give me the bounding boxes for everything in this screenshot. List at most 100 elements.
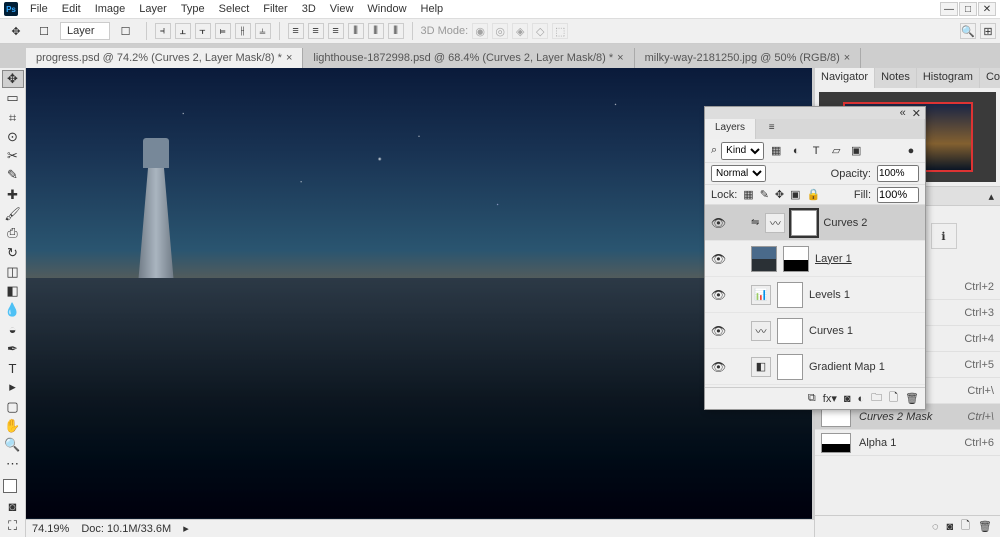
tab-color[interactable]: Color (980, 68, 1000, 88)
tab-histogram[interactable]: Histogram (917, 68, 980, 88)
distribute-top-icon[interactable]: ≡ (288, 23, 304, 39)
visibility-icon[interactable]: 👁 (711, 288, 725, 302)
crop-tool[interactable]: ✂ (2, 147, 24, 165)
align-hcenter-icon[interactable]: ⫠ (175, 23, 191, 39)
canvas-area[interactable]: 74.19% Doc: 10.1M/33.6M ▸ (26, 68, 814, 537)
menu-help[interactable]: Help (415, 1, 450, 17)
visibility-icon[interactable]: 👁 (711, 252, 725, 266)
3d-icon-4[interactable]: ◇ (532, 23, 548, 39)
panel-menu-icon[interactable]: ≡ (756, 119, 925, 139)
link-layers-icon[interactable]: ⧉ (808, 392, 816, 405)
tab-notes[interactable]: Notes (875, 68, 917, 88)
tab-milkyway[interactable]: milky-way-2181250.jpg @ 50% (RGB/8)× (635, 48, 862, 68)
move-tool[interactable]: ✥ (2, 70, 24, 88)
layer-row-layer1[interactable]: 👁 Layer 1 (705, 241, 925, 277)
distribute-vcenter-icon[interactable]: ≡ (308, 23, 324, 39)
blend-mode-dropdown[interactable]: Normal (711, 165, 766, 182)
layer-name[interactable]: Levels 1 (809, 289, 850, 301)
menu-select[interactable]: Select (213, 1, 256, 17)
tab-layers[interactable]: Layers (705, 119, 756, 139)
layer-name[interactable]: Curves 2 (823, 217, 867, 229)
mask-thumb[interactable] (783, 246, 809, 272)
zoom-tool[interactable]: 🔍 (2, 436, 24, 454)
screenmode-tool[interactable]: ⛶ (2, 517, 24, 535)
color-swatch[interactable] (3, 479, 23, 497)
menu-layer[interactable]: Layer (133, 1, 173, 17)
target-dropdown[interactable]: Layer (60, 22, 110, 40)
filter-adjust-icon[interactable]: ◐ (788, 143, 804, 159)
menu-image[interactable]: Image (89, 1, 132, 17)
close-icon[interactable]: × (286, 52, 292, 64)
layer-row-levels1[interactable]: 👁 📊 Levels 1 (705, 277, 925, 313)
link-icon[interactable]: ⇋ (751, 217, 759, 228)
3d-icon-2[interactable]: ◎ (492, 23, 508, 39)
visibility-icon[interactable]: 👁 (711, 360, 725, 374)
fx-icon[interactable]: fx▾ (823, 392, 837, 405)
lock-artboard-icon[interactable]: ▣ (790, 188, 800, 201)
mask-thumb[interactable] (777, 318, 803, 344)
trash-icon[interactable]: 🗑 (905, 392, 919, 405)
menu-3d[interactable]: 3D (296, 1, 322, 17)
eraser-tool[interactable]: ◫ (2, 263, 24, 281)
eyedropper-tool[interactable]: ✎ (2, 166, 24, 184)
marquee-tool[interactable]: ▭ (2, 89, 24, 107)
mask-icon[interactable]: ◙ (844, 393, 851, 405)
hand-tool[interactable]: ✋ (2, 417, 24, 435)
transform-controls-checkbox[interactable]: ☐ (114, 20, 138, 42)
close-icon[interactable]: × (844, 52, 850, 64)
distribute-left-icon[interactable]: ⦀ (348, 23, 364, 39)
channel-row[interactable]: Alpha 1Ctrl+6 (815, 430, 1000, 456)
history-brush-tool[interactable]: ↻ (2, 243, 24, 261)
visibility-icon[interactable]: 👁 (711, 216, 725, 230)
lock-pixels-icon[interactable]: ▦ (743, 188, 753, 201)
align-bottom-icon[interactable]: ⫨ (255, 23, 271, 39)
tab-navigator[interactable]: Navigator (815, 68, 875, 88)
pen-tool[interactable]: ✒ (2, 340, 24, 358)
menu-edit[interactable]: Edit (56, 1, 87, 17)
tab-progress[interactable]: progress.psd @ 74.2% (Curves 2, Layer Ma… (26, 48, 303, 68)
filter-toggle-icon[interactable]: ● (903, 143, 919, 159)
mask-thumb[interactable] (791, 210, 817, 236)
doc-info-arrow-icon[interactable]: ▸ (183, 522, 189, 535)
edit-toolbar[interactable]: ⋯ (2, 455, 24, 473)
layers-panel[interactable]: « ✕ Layers ≡ ⌕ Kind ▦ ◐ T ▱ ▣ ● Normal O… (704, 106, 926, 410)
layer-row-curves1[interactable]: 👁 〰 Curves 1 (705, 313, 925, 349)
new-layer-icon[interactable]: 🗋 (889, 389, 898, 408)
save-mask-icon[interactable]: ◙ (947, 521, 954, 533)
3d-icon-1[interactable]: ◉ (472, 23, 488, 39)
menu-filter[interactable]: Filter (257, 1, 293, 17)
align-left-icon[interactable]: ⫞ (155, 23, 171, 39)
3d-icon-3[interactable]: ◈ (512, 23, 528, 39)
workspace-icon[interactable]: ⊞ (980, 23, 996, 39)
filter-pixel-icon[interactable]: ▦ (768, 143, 784, 159)
distribute-right-icon[interactable]: ⦀ (388, 23, 404, 39)
zoom-level[interactable]: 74.19% (32, 523, 69, 535)
close-button[interactable]: ✕ (978, 2, 996, 16)
fg-color[interactable] (3, 479, 17, 493)
search-icon[interactable]: 🔍 (960, 23, 976, 39)
new-channel-icon[interactable]: 🗋 (961, 517, 970, 536)
tab-lighthouse[interactable]: lighthouse-1872998.psd @ 68.4% (Curves 2… (303, 48, 634, 68)
close-icon[interactable]: × (617, 52, 623, 64)
layer-row-gradmap1[interactable]: 👁 ◧ Gradient Map 1 (705, 349, 925, 385)
distribute-hcenter-icon[interactable]: ⦀ (368, 23, 384, 39)
layers-panel-titlebar[interactable]: « ✕ (705, 107, 925, 119)
align-vcenter-icon[interactable]: ⫲ (235, 23, 251, 39)
path-select-tool[interactable]: ▸ (2, 378, 24, 396)
quickmask-tool[interactable]: ◙ (2, 498, 24, 516)
brush-tool[interactable]: 🖌 (2, 205, 24, 223)
lock-brush-icon[interactable]: ✎ (760, 188, 769, 201)
auto-select-checkbox[interactable]: ☐ (32, 20, 56, 42)
layer-name[interactable]: Gradient Map 1 (809, 361, 885, 373)
layer-name[interactable]: Layer 1 (815, 253, 852, 265)
type-tool[interactable]: T (2, 359, 24, 377)
menu-type[interactable]: Type (175, 1, 211, 17)
filter-kind-dropdown[interactable]: Kind (721, 142, 764, 160)
blur-tool[interactable]: 💧 (2, 301, 24, 319)
close-icon[interactable]: ✕ (912, 107, 921, 120)
stamp-tool[interactable]: ⎙ (2, 224, 24, 242)
doc-info[interactable]: Doc: 10.1M/33.6M (81, 523, 171, 535)
menu-window[interactable]: Window (361, 1, 412, 17)
align-top-icon[interactable]: ⫢ (215, 23, 231, 39)
fill-input[interactable] (877, 187, 919, 203)
